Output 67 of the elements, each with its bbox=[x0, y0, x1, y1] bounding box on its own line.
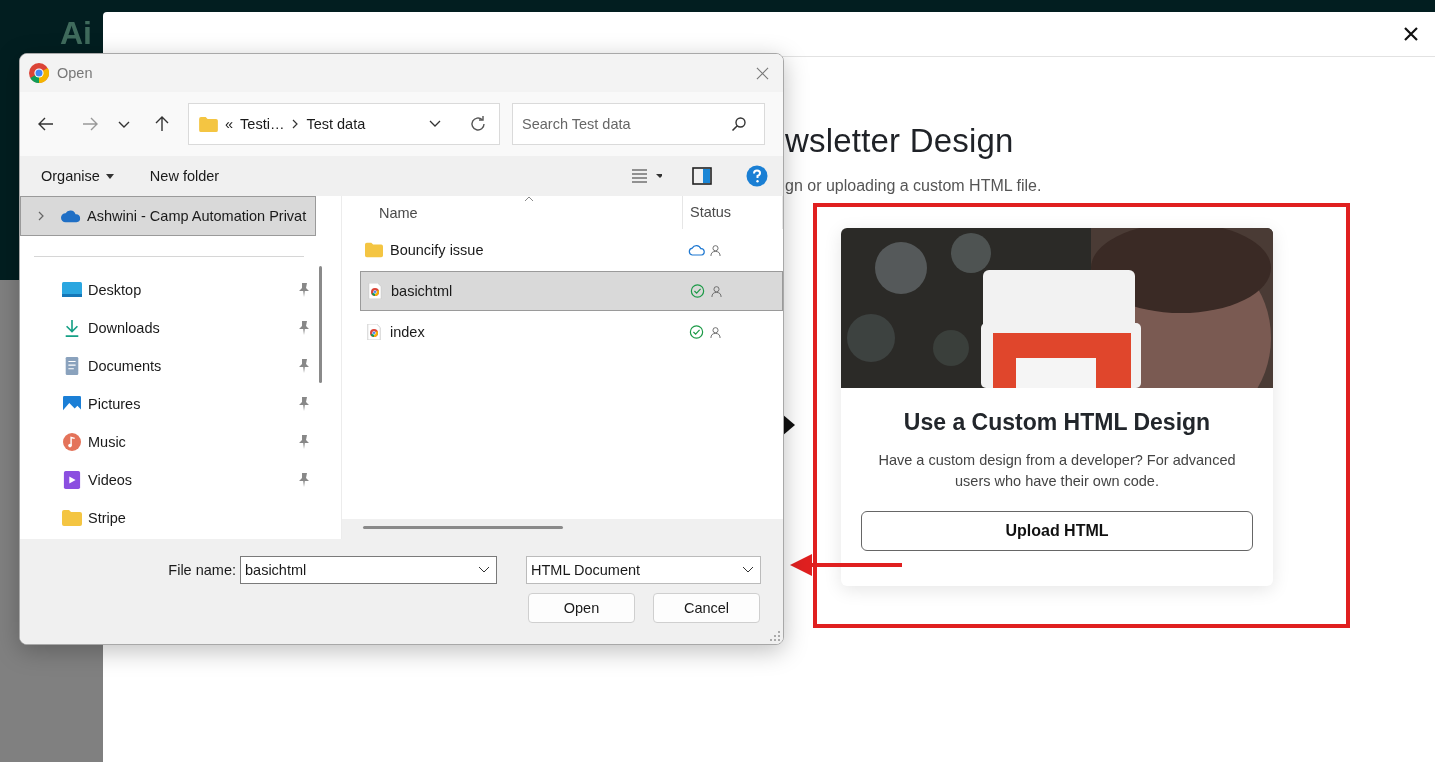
breadcrumb-item[interactable]: Test data bbox=[306, 116, 366, 132]
resize-grip-icon[interactable] bbox=[770, 631, 780, 641]
navigation-item[interactable]: Videos bbox=[20, 461, 316, 499]
forward-arrow-icon[interactable] bbox=[81, 115, 99, 133]
scrollbar-thumb[interactable] bbox=[363, 526, 563, 529]
video-icon bbox=[62, 471, 82, 489]
navigation-item[interactable]: Stripe bbox=[20, 499, 316, 537]
back-arrow-icon[interactable] bbox=[37, 115, 55, 133]
search-icon bbox=[731, 116, 747, 132]
file-name-field[interactable]: basichtml bbox=[240, 556, 497, 584]
person-icon bbox=[710, 244, 721, 256]
file-type-dropdown[interactable]: HTML Document bbox=[526, 556, 761, 584]
up-arrow-icon[interactable] bbox=[153, 115, 171, 133]
new-folder-button[interactable]: New folder bbox=[149, 168, 220, 184]
column-header[interactable]: Name bbox=[379, 204, 418, 221]
folder-icon bbox=[199, 116, 218, 132]
organise-menu[interactable]: Organise bbox=[41, 168, 114, 184]
navigation-item[interactable]: Music bbox=[20, 423, 316, 461]
person-icon bbox=[710, 326, 721, 338]
navigation-item[interactable]: Ashwini - Camp Automation Privat bbox=[20, 196, 316, 236]
browser-file-icon bbox=[365, 324, 383, 340]
navigation-item[interactable]: Downloads bbox=[20, 309, 316, 347]
search-field[interactable]: Search Test data bbox=[512, 103, 765, 145]
refresh-icon[interactable] bbox=[469, 115, 487, 133]
preview-pane-icon[interactable] bbox=[692, 167, 712, 185]
upload-button[interactable]: Upload HTML bbox=[861, 511, 1253, 551]
logo: Ai bbox=[60, 14, 92, 52]
chevron-down-icon[interactable] bbox=[478, 566, 490, 574]
scrollbar-thumb[interactable] bbox=[319, 266, 322, 383]
breadcrumb-item[interactable]: Testi… bbox=[240, 116, 285, 132]
check-circle-icon bbox=[689, 284, 706, 298]
card-title: Use a Custom HTML Design bbox=[903, 408, 1211, 436]
folder-icon bbox=[365, 242, 383, 258]
sort-caret-icon bbox=[524, 196, 534, 202]
file-row[interactable]: basichtml bbox=[360, 271, 783, 311]
navigation-item[interactable]: Desktop bbox=[20, 271, 316, 309]
check-circle-icon bbox=[688, 325, 705, 339]
address-bar[interactable]: « Testi… Test data bbox=[188, 103, 500, 145]
image-icon bbox=[62, 395, 82, 413]
browser-file-icon bbox=[366, 283, 384, 299]
chevron-down-icon[interactable] bbox=[742, 566, 754, 574]
column-header[interactable]: Status bbox=[682, 196, 783, 229]
cancel-button[interactable]: Cancel bbox=[653, 593, 760, 623]
view-options-icon[interactable] bbox=[632, 169, 662, 183]
chevron-right-icon bbox=[37, 211, 45, 221]
cloud-icon bbox=[688, 243, 705, 257]
cloud-icon bbox=[61, 207, 81, 225]
caret-icon bbox=[105, 173, 114, 179]
person-icon bbox=[711, 285, 722, 297]
navigation-item[interactable]: Documents bbox=[20, 347, 316, 385]
navigation-item[interactable]: Pictures bbox=[20, 385, 316, 423]
page-subtitle: gn or uploading a custom HTML file. bbox=[785, 176, 1043, 196]
folder-icon bbox=[62, 509, 82, 527]
music-icon bbox=[62, 433, 82, 451]
help-icon[interactable] bbox=[746, 165, 768, 187]
desktop-icon bbox=[62, 281, 82, 299]
chevron-right-icon bbox=[291, 119, 300, 129]
dialog-title: Open bbox=[57, 65, 93, 81]
close-icon[interactable] bbox=[1404, 27, 1418, 41]
breadcrumb-overflow[interactable]: « bbox=[225, 116, 234, 132]
page-heading: wsletter Design bbox=[785, 121, 1015, 161]
file-row[interactable]: Bouncify issue bbox=[360, 230, 783, 270]
card-description: Have a custom design from a developer? For advanced users who have their own code. bbox=[877, 451, 1237, 491]
browser-icon bbox=[29, 63, 49, 83]
file-row[interactable]: index bbox=[360, 312, 783, 352]
open-button[interactable]: Open bbox=[528, 593, 635, 623]
file-name-label: File name: bbox=[167, 562, 236, 578]
